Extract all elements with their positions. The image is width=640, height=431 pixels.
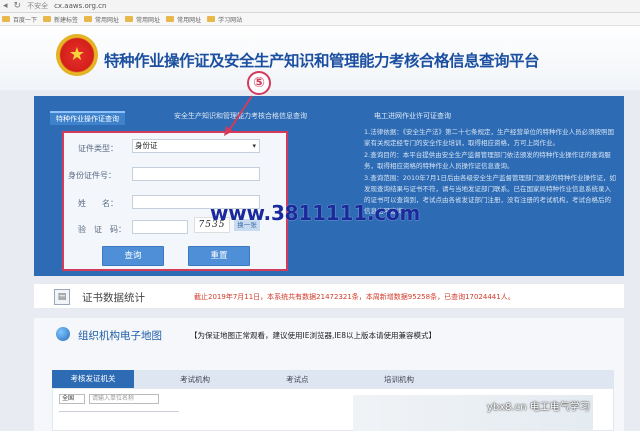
folder-icon [166, 16, 175, 22]
watermark-credit: ybx8.cn 电工电气学习 [487, 402, 590, 413]
tab-training-institution[interactable]: 培训机构 [384, 374, 414, 385]
stats-text: 截止2019年7月11日，本系统共有数据21472321条，本周新增数据9525… [194, 293, 515, 301]
folder-icon [125, 16, 134, 22]
tab-issuing-authority[interactable]: 考核发证机关 [52, 370, 134, 388]
query-button[interactable]: 查询 [102, 246, 164, 266]
bookmark-item[interactable]: 学习网站 [207, 15, 242, 24]
url-field[interactable]: cx.aaws.org.cn [54, 2, 106, 10]
tab-electrician-permit[interactable]: 电工进网作业许可证查询 [374, 111, 451, 125]
unit-search-input[interactable]: 请输入单位名称 [89, 394, 159, 404]
tab-knowledge-management[interactable]: 安全生产知识和管理能力考核合格信息查询 [174, 111, 307, 125]
id-number-label: 身份证件号： [68, 171, 116, 180]
folder-icon [43, 16, 52, 22]
reset-button[interactable]: 重置 [188, 246, 250, 266]
id-number-input[interactable] [132, 167, 260, 181]
name-label: 姓 名： [78, 199, 118, 208]
folder-icon [2, 16, 10, 22]
note-item: 2.查询目的：本平台提供由安全生产监督管理部门依法颁发的特种作业操作证的查询服务… [364, 151, 611, 170]
note-item: 1.法律依据：《安全生产法》第二十七条规定，生产经营单位的特种作业人员必须按照国… [364, 128, 614, 147]
tab-exam-site[interactable]: 考试点 [286, 374, 309, 385]
refresh-icon[interactable]: ↻ [14, 1, 22, 11]
bookmarks-bar: 百度一下 新建标签 常用网址 常用网址 常用网址 学习网站 [0, 13, 640, 26]
browser-address-bar: ◂ ↻ 不安全 cx.aaws.org.cn [0, 0, 640, 13]
org-map-section: 组织机构电子地图 【为保证地图正常观看，建议使用IE浏览器,IE8以上版本请使用… [34, 318, 624, 431]
stats-bar: ▤ 证书数据统计 截止2019年7月11日，本系统共有数据21472321条，本… [34, 283, 624, 309]
back-icon[interactable]: ◂ [3, 1, 8, 11]
bookmark-item[interactable]: 新建标签 [43, 15, 78, 24]
map-divider [59, 411, 179, 412]
region-select[interactable]: 全国 [59, 394, 85, 404]
bookmark-item[interactable]: 常用网址 [84, 15, 119, 24]
site-header: ★ 特种作业操作证及安全生产知识和管理能力考核合格信息查询平台 [0, 26, 640, 90]
id-type-select[interactable]: 身份证 ▾ [132, 139, 260, 153]
chevron-down-icon: ▾ [252, 142, 256, 150]
tab-special-operation[interactable]: 特种作业操作证查询 [50, 111, 125, 125]
folder-icon [207, 16, 216, 22]
captcha-input[interactable] [132, 220, 188, 234]
id-type-label: 证件类型： [78, 144, 118, 153]
folder-icon [84, 16, 93, 22]
map-tabs [52, 370, 614, 388]
national-emblem-icon: ★ [56, 34, 98, 76]
bookmark-item[interactable]: 常用网址 [125, 15, 160, 24]
bookmark-item[interactable]: 百度一下 [2, 15, 37, 24]
map-title: 组织机构电子地图 [78, 330, 162, 342]
site-title: 特种作业操作证及安全生产知识和管理能力考核合格信息查询平台 [104, 52, 540, 70]
step-callout-badge: ⑤ [247, 71, 271, 95]
document-icon: ▤ [54, 289, 70, 305]
captcha-label: 验 证 码： [78, 225, 126, 234]
stats-title: 证书数据统计 [82, 292, 145, 304]
bookmark-item[interactable]: 常用网址 [166, 15, 201, 24]
security-label: 不安全 [27, 2, 49, 10]
watermark-url: www.3811111.com [210, 201, 421, 225]
map-note: 【为保证地图正常观看，建议使用IE浏览器,IE8以上版本请使用兼容模式】 [190, 331, 437, 340]
tab-exam-institution[interactable]: 考试机构 [180, 374, 210, 385]
globe-icon [56, 327, 70, 341]
